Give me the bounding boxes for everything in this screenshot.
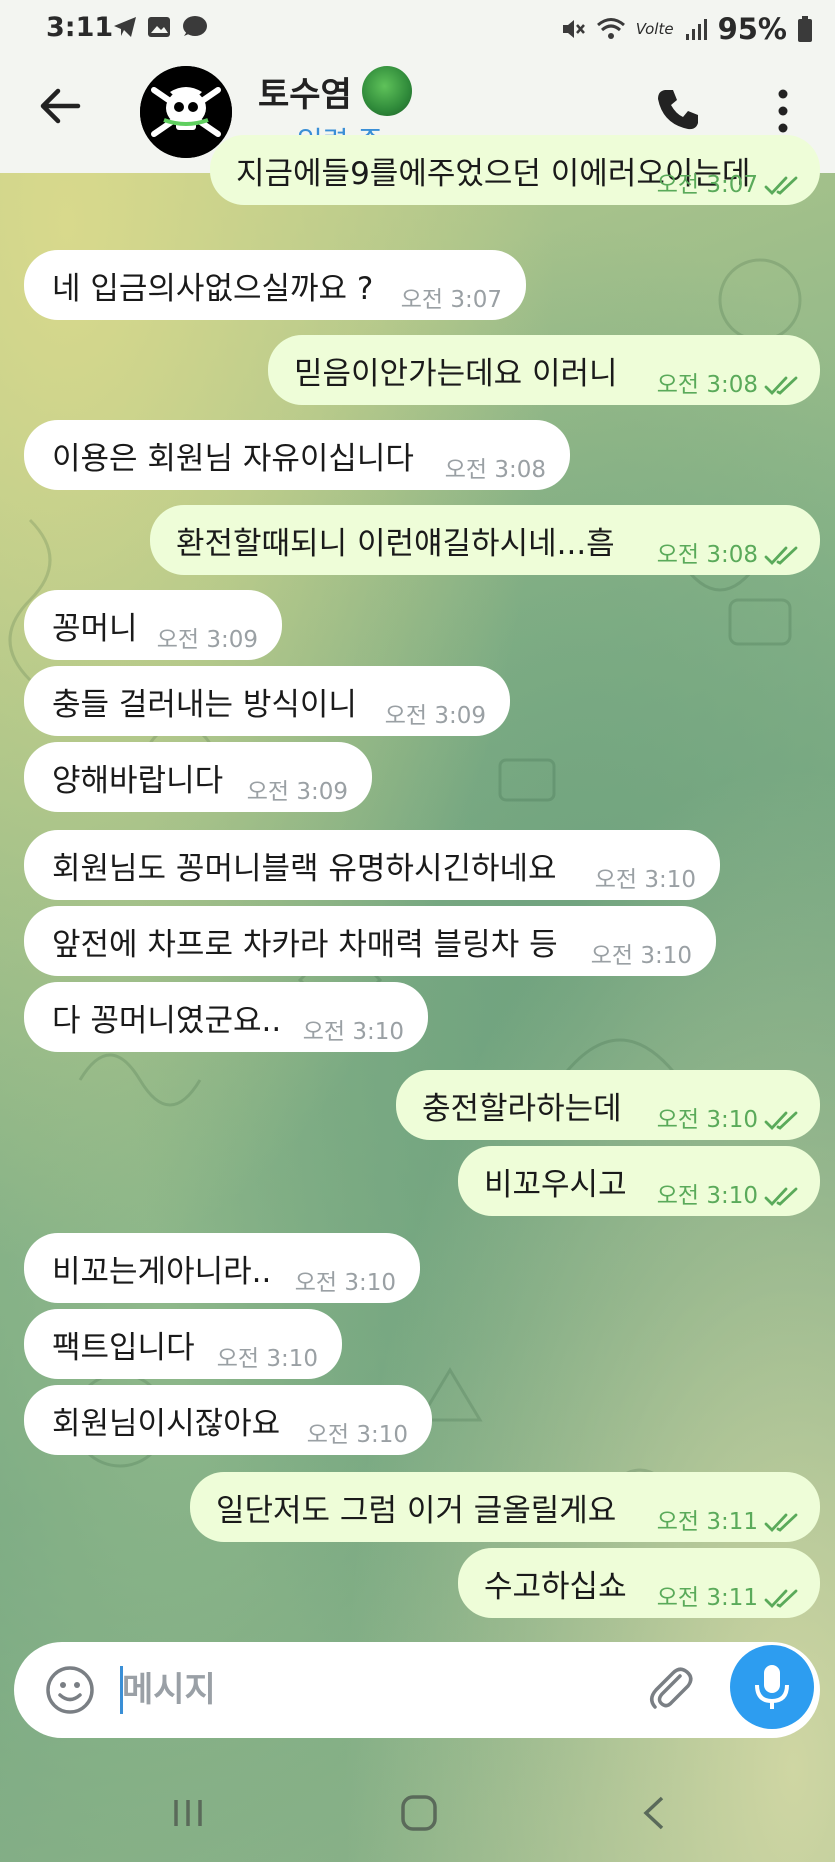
message-input[interactable] [122,1664,642,1716]
network-label: Volte [635,20,674,38]
read-receipt-icon [764,176,798,196]
message-text: 회원님이시잖아요 [52,1405,281,1442]
microphone-icon [755,1665,789,1709]
paperclip-icon[interactable] [644,1662,700,1718]
read-receipt-icon [764,1187,798,1207]
message-time: 오전 3:10 [656,1183,758,1209]
composer-bar [14,1642,820,1738]
incoming-message[interactable]: 꽁머니 오전 3:09 [24,590,282,660]
outgoing-message[interactable]: 수고하십쇼 오전 3:11 [458,1548,820,1618]
outgoing-message[interactable]: 비꼬우시고 오전 3:10 [458,1146,820,1216]
wifi-icon [596,18,625,39]
incoming-message[interactable]: 비꼬는게아니라.. 오전 3:10 [24,1233,420,1303]
chat-title: 토수염 [258,66,412,116]
message-text: 환전할때되니 이런얘길하시네...흠 [176,525,615,562]
message-text: 일단저도 그럼 이거 글올릴게요 [216,1492,617,1529]
battery-percent: 95% [717,12,787,46]
message-text: 충전할라하는데 [422,1090,622,1127]
chat-title-text: 토수염 [258,74,352,115]
incoming-message[interactable]: 팩트입니다 오전 3:10 [24,1309,342,1379]
message-time: 오전 3:10 [590,943,692,969]
gallery-notification-icon [148,17,170,37]
system-nav-bar [0,1760,835,1862]
incoming-message[interactable]: 회원님이시잖아요 오전 3:10 [24,1385,432,1455]
back-nav-icon[interactable] [640,1794,668,1832]
voice-record-button[interactable] [730,1645,814,1729]
status-time: 3:11 [46,12,114,43]
status-bar: 3:11 Volte 95% [0,0,835,58]
message-time: 오전 3:10 [306,1422,408,1448]
message-time: 오전 3:07 [656,172,758,198]
outgoing-message[interactable]: 환전할때되니 이런얘길하시네...흠 오전 3:08 [150,505,820,575]
watermelon-face-icon [361,66,412,116]
smiley-icon[interactable] [44,1664,96,1716]
message-time: 오전 3:08 [444,457,546,483]
read-receipt-icon [764,1111,798,1131]
incoming-message[interactable]: 이용은 회원님 자유이십니다 오전 3:08 [24,420,570,490]
message-time: 오전 3:11 [656,1585,758,1611]
message-time: 오전 3:09 [384,703,486,729]
outgoing-message[interactable]: 일단저도 그럼 이거 글올릴게요 오전 3:11 [190,1472,820,1542]
message-text: 믿음이안가는데요 이러니 [294,355,618,392]
message-text: 네 입금의사없으실까요 ? [52,270,374,307]
message-text: 회원님도 꽁머니블랙 유명하시긴하네요 [52,850,557,887]
message-text: 비꼬는게아니라.. [52,1253,272,1290]
arrow-left-icon[interactable] [34,80,86,132]
phone-icon[interactable] [655,86,701,132]
incoming-message[interactable]: 네 입금의사없으실까요 ? 오전 3:07 [24,250,526,320]
message-time: 오전 3:11 [656,1509,758,1535]
status-left-icons [112,14,208,40]
incoming-message[interactable]: 양해바랍니다 오전 3:09 [24,742,372,812]
message-time: 오전 3:10 [302,1019,404,1045]
telegram-notification-icon [114,17,136,37]
message-time: 오전 3:09 [156,627,258,653]
message-time: 오전 3:10 [216,1346,318,1372]
message-text: 꽁머니 [52,610,138,647]
read-receipt-icon [764,376,798,396]
more-vertical-icon[interactable] [770,86,796,136]
message-time: 오전 3:08 [656,372,758,398]
skull-crossbones-icon [140,66,232,158]
message-text: 충들 걸러내는 방식이니 [52,686,357,723]
avatar[interactable] [140,66,232,158]
message-time: 오전 3:08 [656,542,758,568]
outgoing-message[interactable]: 믿음이안가는데요 이러니 오전 3:08 [268,335,820,405]
chat-notification-icon [183,16,207,36]
message-text: 이용은 회원님 자유이십니다 [52,440,414,477]
mute-icon [562,20,585,38]
battery-icon [798,16,812,42]
signal-icon [685,19,707,40]
incoming-message[interactable]: 다 꽁머니였군요.. 오전 3:10 [24,982,428,1052]
message-time: 오전 3:10 [594,867,696,893]
incoming-message[interactable]: 회원님도 꽁머니블랙 유명하시긴하네요 오전 3:10 [24,830,720,900]
message-text: 다 꽁머니였군요.. [52,1002,282,1039]
read-receipt-icon [764,546,798,566]
message-text: 비꼬우시고 [484,1166,627,1203]
read-receipt-icon [764,1589,798,1609]
message-text: 수고하십쇼 [484,1568,627,1605]
message-time: 오전 3:10 [294,1270,396,1296]
message-text: 팩트입니다 [52,1329,195,1366]
incoming-message[interactable]: 앞전에 차프로 차카라 차매력 블링차 등 오전 3:10 [24,906,716,976]
home-icon[interactable] [400,1794,438,1832]
message-time: 오전 3:07 [400,287,502,313]
status-right-icons: Volte 95% [560,12,813,46]
message-time: 오전 3:10 [656,1107,758,1133]
message-time: 오전 3:09 [246,779,348,805]
recent-apps-icon[interactable] [170,1798,206,1828]
message-text: 앞전에 차프로 차카라 차매력 블링차 등 [52,926,558,963]
incoming-message[interactable]: 충들 걸러내는 방식이니 오전 3:09 [24,666,510,736]
message-text: 양해바랍니다 [52,762,224,799]
outgoing-message[interactable]: 충전할라하는데 오전 3:10 [396,1070,820,1140]
read-receipt-icon [764,1513,798,1533]
outgoing-message[interactable]: 지금에들9를에주었으던 이에러오이는데 오전 3:07 [210,135,820,205]
